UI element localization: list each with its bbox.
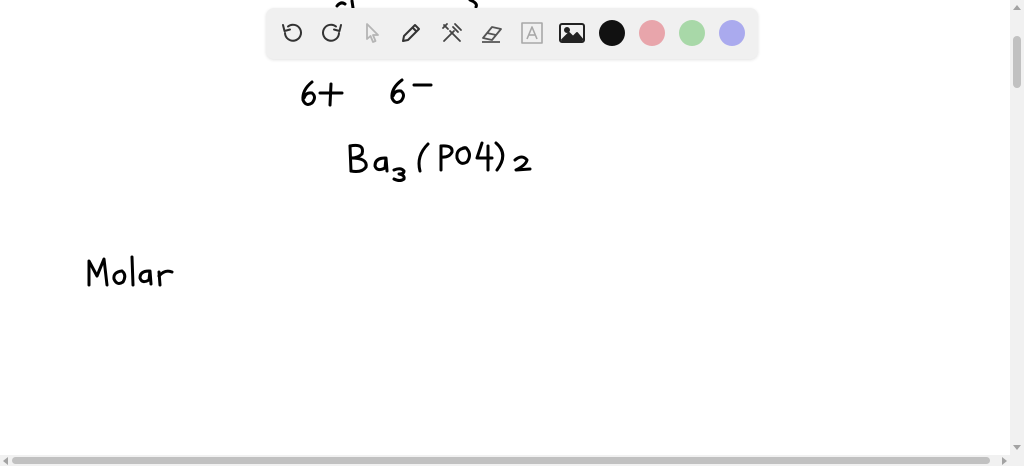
redo-icon bbox=[322, 23, 342, 42]
color-swatch-lavender[interactable] bbox=[719, 20, 745, 46]
select-arrow-icon bbox=[366, 23, 379, 43]
word-ink bbox=[87, 255, 174, 287]
formula-ink bbox=[348, 141, 532, 182]
cutoff-strokes bbox=[335, 0, 478, 10]
drawing-canvas[interactable] bbox=[0, 0, 1010, 455]
insert-image-button[interactable] bbox=[557, 18, 587, 48]
charge-negative-ink bbox=[390, 78, 433, 104]
vertical-scroll-thumb[interactable] bbox=[1013, 36, 1021, 88]
text-tool-button[interactable] bbox=[517, 18, 547, 48]
tools-icon bbox=[442, 23, 462, 42]
handwriting-layer bbox=[87, 0, 532, 287]
pen-tool-button[interactable] bbox=[396, 18, 426, 48]
eraser-icon bbox=[482, 26, 502, 43]
color-swatch-pink[interactable] bbox=[639, 20, 665, 46]
charge-positive-ink bbox=[301, 80, 344, 107]
undo-icon bbox=[282, 23, 302, 42]
scroll-left-arrow-icon[interactable] bbox=[3, 457, 8, 465]
color-swatch-green[interactable] bbox=[679, 20, 705, 46]
horizontal-scroll-thumb[interactable] bbox=[12, 457, 990, 464]
color-swatch-black[interactable] bbox=[599, 20, 625, 46]
text-icon bbox=[521, 22, 543, 44]
redo-button[interactable] bbox=[317, 18, 347, 48]
scroll-right-arrow-icon[interactable] bbox=[1002, 457, 1007, 465]
image-icon bbox=[559, 23, 585, 43]
scroll-down-arrow-icon[interactable] bbox=[1013, 445, 1021, 450]
vertical-scrollbar[interactable] bbox=[1010, 0, 1024, 455]
tools-button[interactable] bbox=[437, 18, 467, 48]
select-tool-button[interactable] bbox=[357, 18, 387, 48]
undo-button[interactable] bbox=[277, 18, 307, 48]
horizontal-scrollbar[interactable] bbox=[0, 455, 1024, 466]
pen-icon bbox=[402, 24, 420, 42]
drawing-toolbar bbox=[266, 8, 758, 59]
eraser-tool-button[interactable] bbox=[477, 18, 507, 48]
scroll-up-arrow-icon[interactable] bbox=[1013, 5, 1021, 10]
